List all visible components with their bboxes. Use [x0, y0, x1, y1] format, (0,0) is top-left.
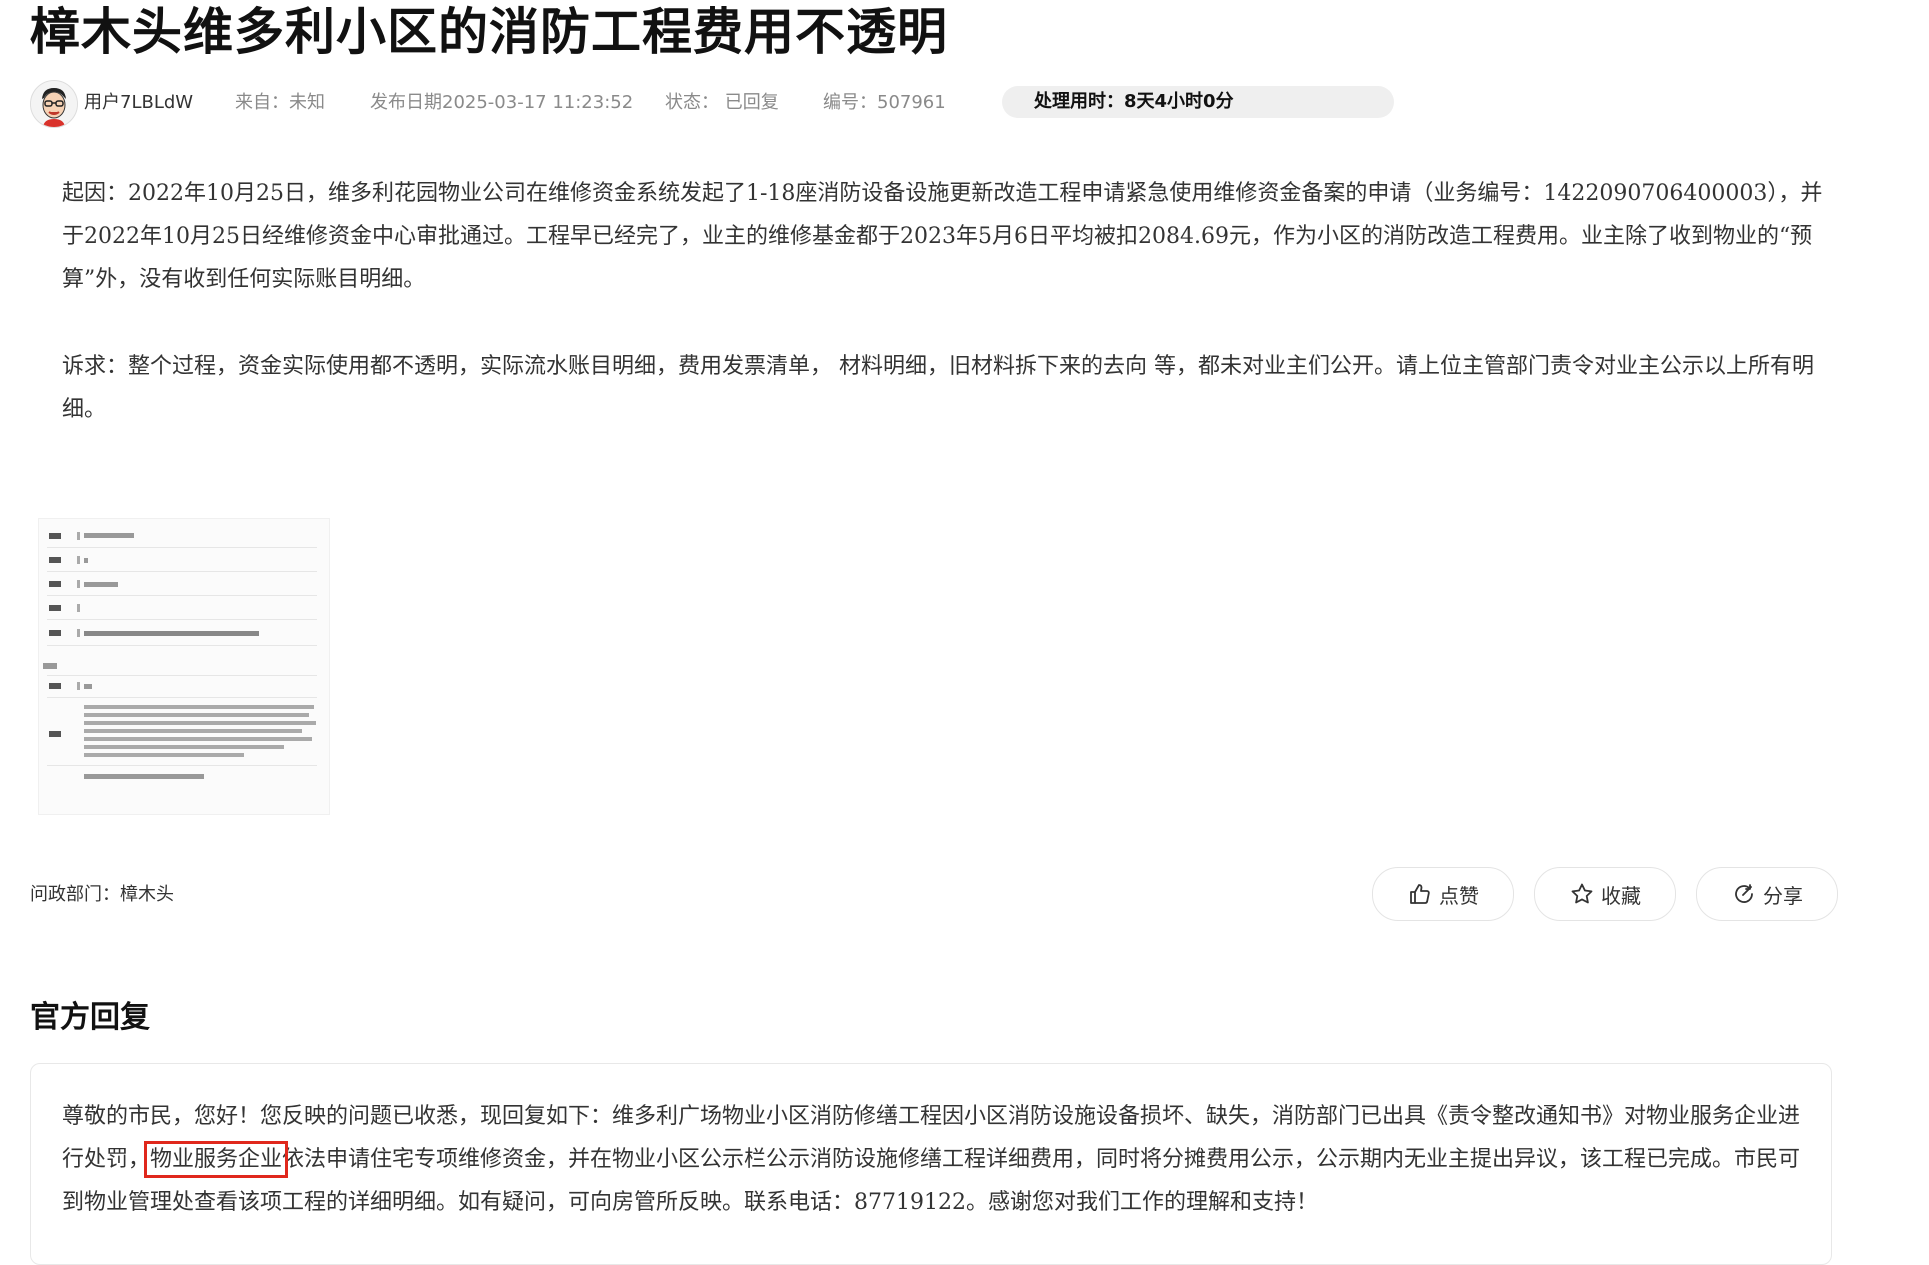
post-source: 来自：未知: [235, 92, 325, 113]
document-thumbnail: [43, 532, 317, 779]
department: 问政部门：樟木头: [30, 880, 174, 906]
author-name[interactable]: 用户7LBLdW: [84, 92, 193, 114]
star-icon: [1569, 881, 1595, 907]
like-label: 点赞: [1439, 883, 1479, 908]
post-id: 编号：507961: [823, 92, 946, 113]
share-button[interactable]: 分享: [1696, 867, 1838, 921]
reply-text-part-2: 依法申请住宅专项维修资金，并在物业小区公示栏公示消防设施修缮工程详细费用，同时将…: [62, 1147, 1801, 1215]
page-title: 樟木头维多利小区的消防工程费用不透明: [30, 3, 948, 61]
favorite-label: 收藏: [1601, 883, 1641, 908]
post-status: 状态： 已回复: [665, 92, 779, 113]
complaint-paragraph-request: 诉求：整个过程，资金实际使用都不透明，实际流水账目明细，费用发票清单， 材料明细…: [62, 354, 1814, 422]
complaint-paragraph-cause: 起因：2022年10月25日，维多利花园物业公司在维修资金系统发起了1-18座消…: [62, 181, 1823, 292]
like-button[interactable]: 点赞: [1372, 867, 1514, 921]
favorite-button[interactable]: 收藏: [1534, 867, 1676, 921]
page: 樟木头维多利小区的消防工程费用不透明 用户7LBLdW 来自：未知 发布日期20…: [0, 0, 1929, 1265]
thumbs-up-icon: [1407, 881, 1433, 907]
processing-time-text: 处理用时：8天4小时0分: [1034, 91, 1234, 112]
avatar[interactable]: [30, 80, 78, 128]
department-label: 问政部门：: [30, 884, 120, 905]
official-reply-text: 尊敬的市民，您好！您反映的问题已收悉，现回复如下：维多利广场物业小区消防修缮工程…: [62, 1095, 1812, 1224]
processing-time-badge: 处理用时：8天4小时0分: [1002, 86, 1394, 118]
department-value[interactable]: 樟木头: [120, 884, 174, 905]
user-avatar-icon: [31, 81, 77, 127]
official-reply-heading: 官方回复: [30, 1000, 150, 1035]
attachment-image[interactable]: [38, 518, 330, 815]
share-icon: [1731, 881, 1757, 907]
share-label: 分享: [1763, 883, 1803, 908]
post-meta: 用户7LBLdW 来自：未知 发布日期2025-03-17 11:23:52 状…: [30, 80, 1890, 128]
post-date: 发布日期2025-03-17 11:23:52: [370, 92, 634, 113]
reply-highlight: 物业服务企业: [144, 1141, 289, 1178]
